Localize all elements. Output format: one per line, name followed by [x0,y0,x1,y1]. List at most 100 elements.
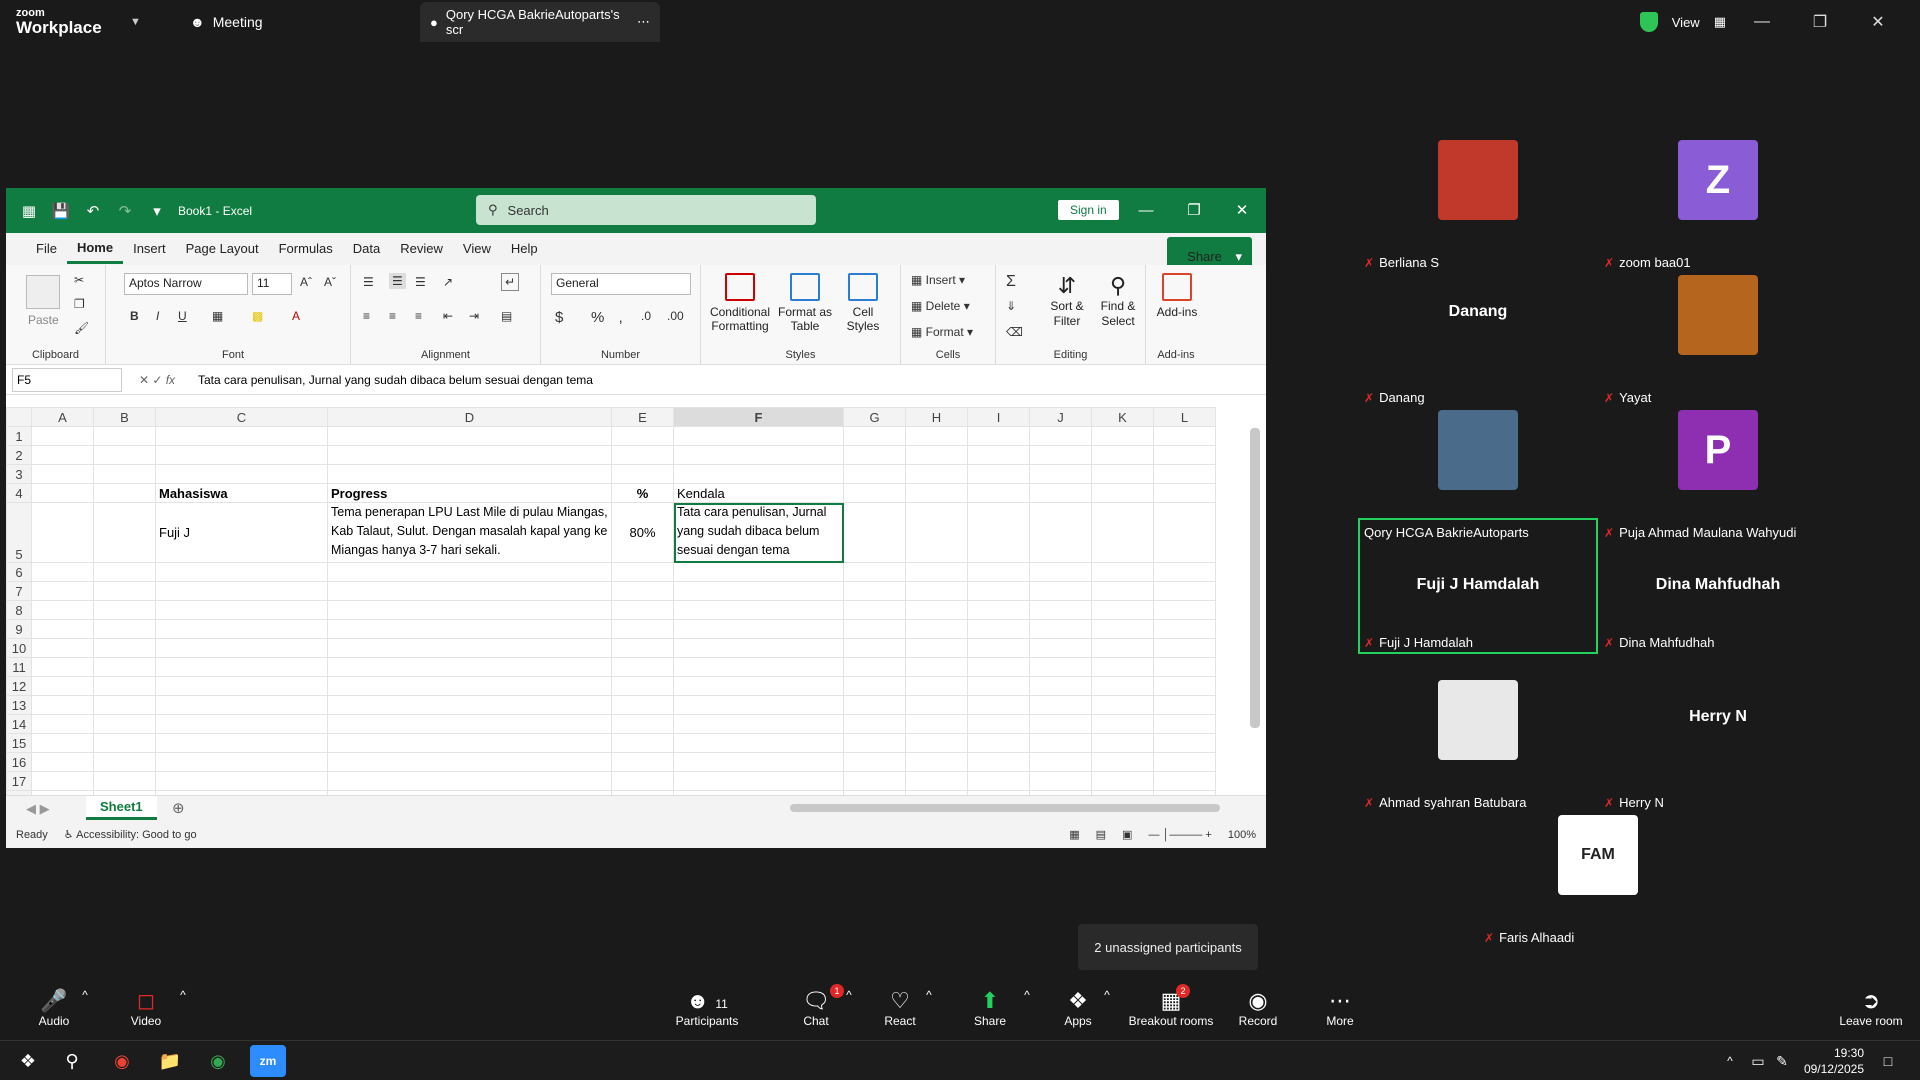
cell[interactable] [611,562,674,582]
name-box[interactable]: F5 [12,367,122,392]
view-button[interactable]: View [1672,15,1700,30]
cell[interactable] [31,733,94,753]
cell[interactable] [93,676,156,696]
cell[interactable] [673,695,844,715]
cell[interactable] [1153,581,1216,601]
row-header[interactable]: 4 [6,483,32,503]
participant-tile[interactable]: Danang ✗ Danang [1360,275,1596,407]
paste-button[interactable]: Paste [28,313,59,327]
cell[interactable] [1091,445,1154,465]
system-clock[interactable]: 19:30 09/12/2025 [1804,1045,1864,1077]
video-button[interactable]: ◻ Video [124,988,168,1028]
cell[interactable] [155,426,328,446]
cell[interactable] [967,619,1030,639]
cell[interactable] [843,562,906,582]
align-center-icon[interactable]: ≡ [389,309,396,323]
col-header-j[interactable]: J [1029,407,1092,427]
react-button[interactable]: ♡ React [882,988,918,1028]
cell[interactable] [1153,464,1216,484]
cell[interactable] [327,771,612,791]
cell[interactable] [673,733,844,753]
sign-in-button[interactable]: Sign in [1058,200,1119,220]
font-color-icon[interactable]: A [292,309,300,323]
cut-icon[interactable]: ✂ [74,273,84,287]
breakout-rooms-button[interactable]: ▦ 2 Breakout rooms [1124,984,1218,1028]
cell[interactable] [673,562,844,582]
cell[interactable] [1153,502,1216,563]
cell[interactable] [1091,483,1154,503]
cell-e5[interactable]: 80% [611,502,674,563]
cell[interactable] [843,426,906,446]
cell[interactable] [155,657,328,677]
decrease-font-icon[interactable]: Aˇ [324,275,336,289]
cell[interactable] [611,619,674,639]
tab-home[interactable]: Home [66,235,124,264]
cell[interactable] [93,581,156,601]
zoom-app-icon[interactable]: zm [250,1045,286,1077]
close-icon[interactable]: ✕ [1218,188,1266,233]
cell[interactable] [1029,771,1092,791]
cell[interactable] [1029,733,1092,753]
addins-button[interactable]: Add-ins [1152,273,1202,319]
cell[interactable] [1029,502,1092,563]
cell[interactable] [1091,771,1154,791]
cell[interactable] [1153,619,1216,639]
customize-toolbar-icon[interactable]: ▾ [146,200,168,222]
cell[interactable] [31,714,94,734]
cell[interactable] [93,483,156,503]
fill-color-icon[interactable]: ▩ [252,309,263,323]
row-header[interactable]: 5 [6,502,32,563]
cell[interactable] [327,426,612,446]
cell[interactable] [843,714,906,734]
cell[interactable] [1153,733,1216,753]
cell[interactable] [1153,695,1216,715]
cell[interactable] [155,638,328,658]
cell[interactable] [611,426,674,446]
search-box[interactable]: ⚲ Search [476,195,816,225]
cell[interactable] [155,600,328,620]
cell[interactable] [673,714,844,734]
cell[interactable] [31,695,94,715]
cell[interactable] [1029,483,1092,503]
col-header-c[interactable]: C [155,407,328,427]
cell[interactable] [31,581,94,601]
row-header[interactable]: 10 [6,638,32,658]
col-header-i[interactable]: I [967,407,1030,427]
cell[interactable] [327,445,612,465]
cell[interactable] [1153,445,1216,465]
cell[interactable] [93,733,156,753]
cell[interactable] [327,600,612,620]
participants-button[interactable]: ☻ 11 Participants [672,988,742,1028]
cell[interactable] [611,445,674,465]
cell[interactable] [1091,714,1154,734]
cell-f5[interactable]: Tata cara penulisan, Jurnal yang sudah d… [673,502,844,563]
tab-file[interactable]: File [26,233,67,265]
save-icon[interactable]: 💾 [50,200,72,222]
tab-formulas[interactable]: Formulas [269,233,343,265]
cell[interactable] [967,771,1030,791]
minimize-icon[interactable]: — [1122,188,1170,233]
tab-review[interactable]: Review [390,233,453,265]
align-left-icon[interactable]: ≡ [363,309,370,323]
cell[interactable] [93,502,156,563]
redo-icon[interactable]: ↷ [114,200,136,222]
delete-cells-button[interactable]: ▦ Delete ▾ [911,299,970,313]
comma-icon[interactable]: ‚ [619,309,622,326]
tab-page-layout[interactable]: Page Layout [176,233,269,265]
cell[interactable] [155,445,328,465]
row-header[interactable]: 16 [6,752,32,772]
row-header[interactable]: 13 [6,695,32,715]
cell-c4[interactable]: Mahasiswa [155,483,328,503]
cell[interactable] [843,445,906,465]
cell[interactable] [1029,676,1092,696]
increase-indent-icon[interactable]: ⇥ [469,309,479,323]
participant-tile[interactable]: Z ✗ zoom baa01 [1600,140,1836,272]
cell[interactable] [967,562,1030,582]
cell[interactable] [155,619,328,639]
cell[interactable] [967,445,1030,465]
video-options-chevron-icon[interactable]: ^ [176,988,190,1014]
screen-share-tab[interactable]: ● Qory HCGA BakrieAutoparts's scr ⋯ [420,2,660,42]
cell[interactable] [611,581,674,601]
cell[interactable] [31,619,94,639]
cell[interactable] [1091,581,1154,601]
